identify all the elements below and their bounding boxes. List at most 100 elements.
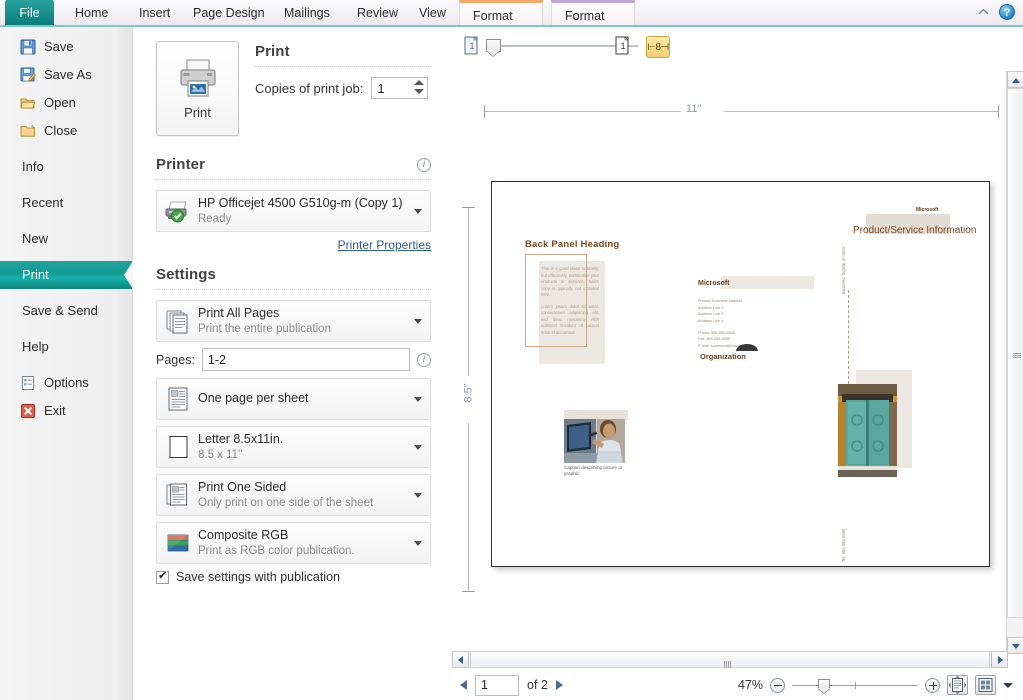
scroll-right-button[interactable] <box>991 651 1008 668</box>
tab-view[interactable]: View <box>406 0 459 26</box>
zoom-out-icon[interactable] <box>770 677 785 693</box>
measurement-ruler-icon[interactable]: ⊢8⊣ <box>646 36 670 58</box>
print-sides-title: Print One Sided <box>198 480 287 494</box>
sidebar-item-options[interactable]: Options <box>0 369 132 397</box>
preview-vertical-scrollbar[interactable] <box>1006 71 1023 654</box>
sidebar-item-save-and-send[interactable]: Save & Send <box>0 297 132 325</box>
chevron-down-icon[interactable] <box>1003 682 1013 688</box>
spinner-down-icon[interactable] <box>413 89 424 94</box>
color-rgb-icon <box>164 529 192 557</box>
address-line: Address Line 2 <box>698 305 724 310</box>
sidebar-item-save-as[interactable]: Save As <box>0 61 132 89</box>
chevron-down-icon[interactable] <box>414 493 422 498</box>
printer-properties-link[interactable]: Printer Properties <box>338 238 431 252</box>
tab-review[interactable]: Review <box>344 0 411 26</box>
sidebar-item-print[interactable]: Print <box>0 261 133 289</box>
tab-format-picture-tools[interactable]: Format <box>459 0 543 27</box>
back-panel-body: This is a good place to briefly, but eff… <box>541 266 599 341</box>
organization-label: Organization <box>700 352 746 361</box>
copies-spin-arrows[interactable] <box>412 79 425 97</box>
printer-select[interactable]: HP Officejet 4500 G510g-m (Copy 1) Ready <box>156 190 431 232</box>
paper-size-title: Letter 8.5x11in. <box>198 432 284 446</box>
tab-file[interactable]: File <box>5 0 54 26</box>
print-range-select[interactable]: Print All Pages Print the entire publica… <box>156 300 431 342</box>
svg-text:1: 1 <box>621 41 626 51</box>
zoom-slider-thumb[interactable] <box>818 678 830 689</box>
sidebar-item-open[interactable]: Open <box>0 89 132 117</box>
product-service-title: Product/Service Information <box>853 225 977 236</box>
copies-input[interactable] <box>372 78 411 98</box>
single-page-sheet-icon[interactable]: 1 <box>615 36 632 56</box>
ruler-height-label: 8.5" <box>462 383 475 403</box>
backstage-sidebar: Save Save As Open Close Info Recent New … <box>0 27 133 700</box>
print-button[interactable]: Print <box>156 41 239 136</box>
close-folder-icon <box>20 124 36 137</box>
divider <box>156 179 431 180</box>
save-settings-checkbox-row[interactable]: Save settings with publication <box>156 569 431 584</box>
preview-horizontal-scrollbar[interactable] <box>452 651 1008 668</box>
sidebar-item-label: Open <box>44 95 76 110</box>
scroll-left-button[interactable] <box>452 651 469 668</box>
print-sides-select[interactable]: Print One Sided Only print on one side o… <box>156 474 431 516</box>
sidebar-item-info[interactable]: Info <box>0 153 132 181</box>
fit-page-icon[interactable] <box>947 675 968 695</box>
chevron-down-icon[interactable] <box>414 209 422 214</box>
chevron-down-icon[interactable] <box>414 397 422 402</box>
chevron-down-icon[interactable] <box>414 541 422 546</box>
zoom-in-icon[interactable] <box>925 677 940 693</box>
tab-mailings[interactable]: Mailings <box>271 0 343 26</box>
previous-page-arrow[interactable] <box>460 680 467 690</box>
next-page-arrow[interactable] <box>555 680 563 690</box>
vertical-phone: Tel: 555 555 5555 <box>841 528 846 562</box>
woman-at-computer-photo <box>564 419 625 463</box>
tab-page-design[interactable]: Page Design <box>180 0 278 26</box>
help-question-icon[interactable]: ? <box>999 4 1015 20</box>
scroll-grip-icon <box>724 657 732 668</box>
vertical-scroll-thumb[interactable] <box>1007 88 1023 618</box>
brand-mid-bar <box>721 276 814 289</box>
scroll-down-button[interactable] <box>1007 637 1023 654</box>
print-button-label: Print <box>184 105 211 120</box>
back-panel-paragraph: Lorem ipsum dolor sit amet, consectetuer… <box>541 303 599 335</box>
pages-input[interactable] <box>201 348 410 371</box>
preview-page-sheet[interactable]: Back Panel Heading This is a good place … <box>491 181 990 567</box>
zoom-controls: 47% <box>738 675 1013 695</box>
print-settings-pane: Print Print Copies of print job: 1 Print… <box>134 27 445 700</box>
spinner-up-icon[interactable] <box>413 80 424 85</box>
zoom-slider[interactable] <box>792 678 918 693</box>
tab-insert[interactable]: Insert <box>126 0 183 26</box>
pages-per-sheet-select[interactable]: One page per sheet <box>156 378 431 420</box>
chevron-down-icon[interactable] <box>414 445 422 450</box>
vertical-ruler: 8.5" <box>460 207 476 592</box>
print-preview-area: 1 1 ⊢8⊣ 11" 8.5" Back Panel Heading This… <box>446 27 1023 700</box>
tab-home[interactable]: Home <box>62 0 121 26</box>
page-number-input[interactable] <box>475 674 519 696</box>
horizontal-scroll-thumb[interactable] <box>470 651 990 668</box>
divider <box>156 289 431 290</box>
single-page-view-icon[interactable]: 1 <box>464 36 481 56</box>
sidebar-item-label: Recent <box>22 195 64 210</box>
info-icon[interactable]: i <box>417 157 431 172</box>
color-model-select[interactable]: Composite RGB Print as RGB color publica… <box>156 522 431 564</box>
chevron-down-icon[interactable] <box>414 319 422 324</box>
sidebar-item-new[interactable]: New <box>0 225 132 253</box>
sidebar-item-exit[interactable]: Exit <box>0 397 132 425</box>
sidebar-item-close[interactable]: Close <box>0 117 132 145</box>
printer-heading: Printer <box>156 156 206 173</box>
address-lines: Primary Business Address Address Line 2 … <box>698 298 753 325</box>
save-settings-checkbox[interactable] <box>156 569 169 584</box>
chevron-up-icon[interactable] <box>977 6 990 19</box>
scroll-up-button[interactable] <box>1007 71 1023 88</box>
sidebar-item-save[interactable]: Save <box>0 33 132 61</box>
multiple-pages-icon[interactable] <box>975 675 996 695</box>
scroll-up-arrow-icon <box>1012 78 1020 83</box>
paper-size-select[interactable]: Letter 8.5x11in. 8.5 x 11" <box>156 426 431 468</box>
copies-stepper[interactable] <box>371 77 429 99</box>
preview-toolbar: 1 1 ⊢8⊣ <box>446 27 1001 65</box>
brand-top-label: Microsoft <box>916 207 939 213</box>
tab-format-text-box-tools[interactable]: Format <box>551 0 635 27</box>
sidebar-item-help[interactable]: Help <box>0 333 132 361</box>
sidebar-item-recent[interactable]: Recent <box>0 189 132 217</box>
info-icon[interactable]: i <box>417 352 431 367</box>
slider-thumb[interactable] <box>486 39 501 52</box>
